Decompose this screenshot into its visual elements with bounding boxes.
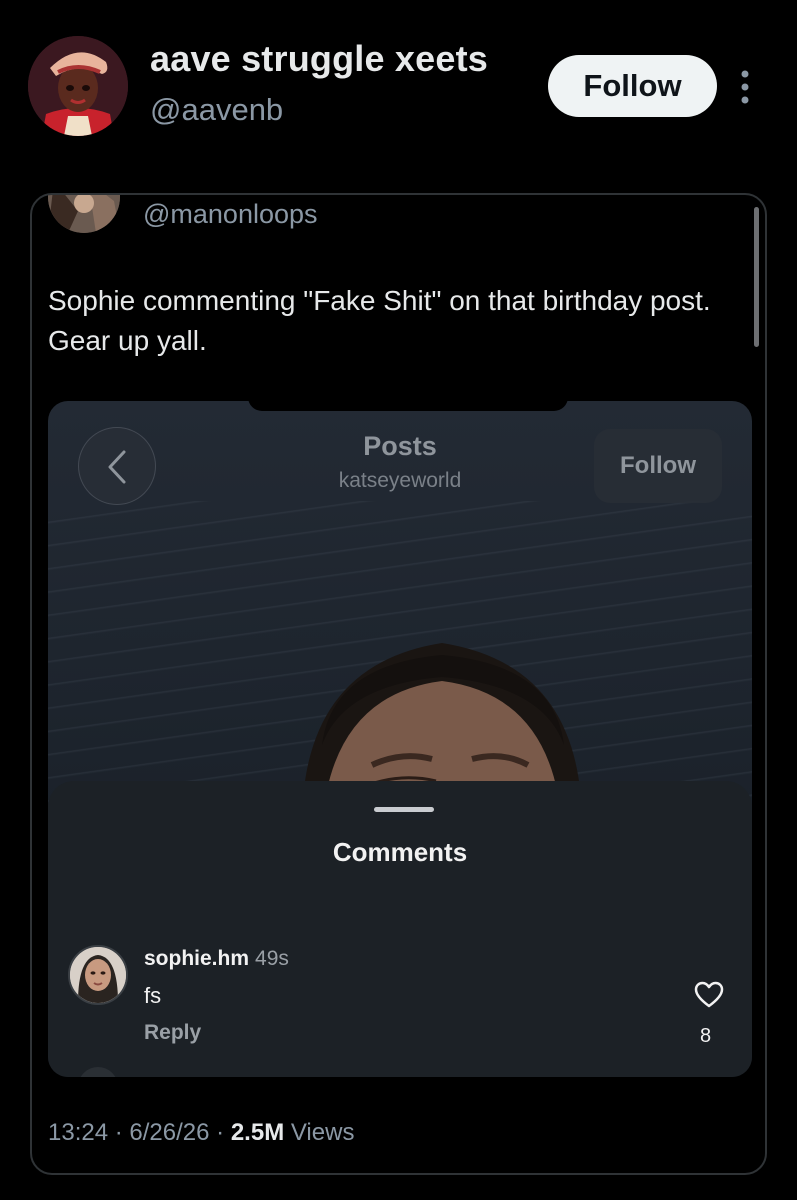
scrollbar-thumb[interactable] xyxy=(754,207,759,347)
quoted-post-text: Sophie commenting "Fake Shit" on that bi… xyxy=(48,285,711,356)
comment-text: fs xyxy=(144,983,162,1008)
quoted-author-handle[interactable]: @manonloops xyxy=(143,199,318,230)
heart-icon[interactable] xyxy=(694,981,724,1009)
commenter-avatar[interactable] xyxy=(68,945,128,1005)
comments-sheet: Comments sophie.hm 49s fs Reply 8 xyxy=(48,781,752,1077)
meta-separator: · xyxy=(114,1119,123,1146)
post-time[interactable]: 13:24 xyxy=(48,1119,108,1146)
quoted-post-card[interactable]: @manonloops Sophie commenting "Fake Shit… xyxy=(30,193,767,1175)
comment-timestamp: 49s xyxy=(255,947,289,970)
author-avatar[interactable] xyxy=(28,36,128,136)
sheet-drag-handle[interactable] xyxy=(374,807,434,812)
quoted-author-avatar xyxy=(48,195,120,233)
author-display-name[interactable]: aave struggle xeets xyxy=(150,38,488,80)
views-count: 2.5M xyxy=(230,1119,285,1146)
reply-button[interactable]: Reply xyxy=(144,1021,201,1045)
commenter-username[interactable]: sophie.hm 49s xyxy=(144,947,289,971)
embedded-follow-button[interactable]: Follow xyxy=(594,429,722,503)
follow-button[interactable]: Follow xyxy=(548,55,717,117)
views-label: Views xyxy=(290,1119,355,1146)
comments-title: Comments xyxy=(332,837,468,867)
post-date[interactable]: 6/26/26 xyxy=(129,1119,209,1146)
cartoon-avatar-icon xyxy=(28,36,128,136)
phone-notch xyxy=(248,401,568,411)
author-handle[interactable]: @aavenb xyxy=(150,92,283,128)
next-comment-avatar xyxy=(78,1067,118,1077)
post-header: aave struggle xeets @aavenb Follow xyxy=(0,0,797,170)
meta-separator: · xyxy=(216,1119,225,1146)
embedded-screenshot[interactable]: Posts katseyeworld Follow Comments sophi… xyxy=(48,401,752,1077)
more-vertical-icon[interactable] xyxy=(733,68,757,106)
like-count: 8 xyxy=(700,1025,712,1047)
commenter-username-text[interactable]: sophie.hm xyxy=(144,947,249,970)
post-meta: 13:24 · 6/26/26 · 2.5M Views xyxy=(48,1119,354,1147)
